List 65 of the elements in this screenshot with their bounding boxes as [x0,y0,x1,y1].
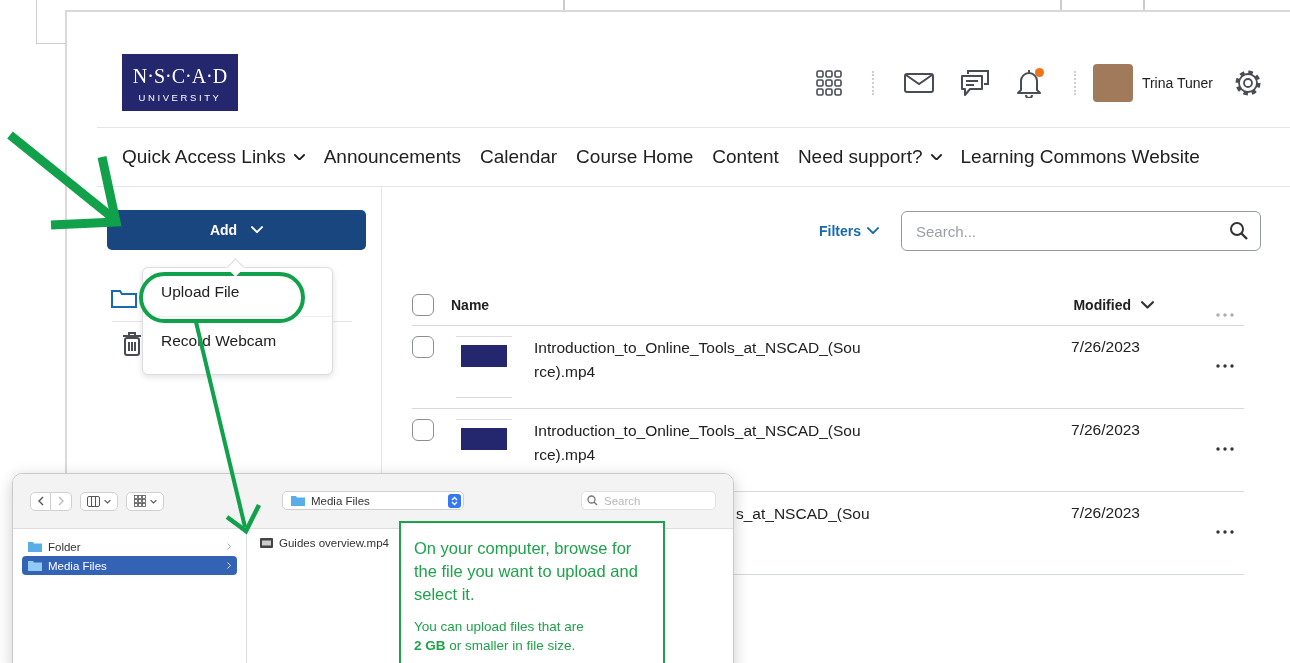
video-thumbnail [456,336,512,398]
nav-link[interactable]: Content [712,146,779,168]
checkbox[interactable] [412,336,434,358]
user-name[interactable]: Trina Tuner [1141,74,1213,91]
grid-icon [133,495,146,507]
chevron-down-icon [149,498,157,504]
stepper-icon [448,493,461,508]
nav-link[interactable]: Announcements [323,146,461,168]
chevron-down-icon [293,153,305,161]
modified-date: 7/26/2023 [1071,504,1140,522]
file-name[interactable]: rce).mp4 [534,443,861,467]
video-file-icon [260,538,273,548]
chat-icon[interactable] [959,68,990,97]
folder-icon [28,560,42,571]
folder-icon [291,495,305,506]
modified-date: 7/26/2023 [1071,421,1140,439]
folder-icon[interactable] [111,288,137,308]
nav-link[interactable]: Quick Access Links [122,146,305,168]
modified-date: 7/26/2023 [1071,338,1140,356]
chevron-down-icon [104,498,111,504]
search-icon [587,495,598,506]
column-header[interactable]: Name [451,297,490,313]
app-grid-icon[interactable] [815,69,842,96]
more-options-icon[interactable] [1216,447,1234,451]
checkbox[interactable] [412,419,434,441]
location-dropdown[interactable]: Media Files [282,491,464,510]
sort-chevron-icon [1141,301,1154,309]
filters-link[interactable]: Filters [819,223,879,239]
callout-note: You can upload files that are 2 GB or smaller in file size. [414,618,585,655]
nav-link[interactable]: Need support? [797,146,942,168]
chevron-down-icon [251,226,264,234]
nav-link[interactable]: Calendar [480,146,558,168]
nav-link[interactable]: Course Home [576,146,694,168]
columns-icon [87,495,100,507]
sidebar-item[interactable]: Folder [22,537,237,556]
avatar-placeholder[interactable] [1092,63,1133,102]
chevron-left-icon [37,496,44,506]
file-name[interactable]: s_at_NSCAD_(Sou [736,502,870,526]
file-name[interactable]: rce).mp4 [534,360,861,384]
notification-bell-icon[interactable] [1015,67,1044,98]
chevron-down-icon [930,153,942,161]
more-options-icon[interactable] [1216,530,1234,534]
chevron-right-icon [227,543,231,550]
nav-link[interactable]: Learning Commons Website [960,146,1200,168]
checkbox[interactable] [412,294,434,316]
folder-icon [28,541,42,552]
file-item[interactable]: Guides overview.mp4 [260,537,389,549]
file-name[interactable]: Introduction_to_Online_Tools_at_NSCAD_(Sou [534,419,861,443]
callout-heading: On your computer, browse for the file you want to upload and select it. [414,538,639,605]
chevron-right-icon [58,496,64,506]
menu-item[interactable]: Upload File [143,268,332,316]
trash-icon[interactable] [122,332,142,356]
more-options-icon[interactable] [1216,364,1234,368]
column-header[interactable]: Modified [1073,297,1131,313]
add-button[interactable]: Add [107,210,366,250]
icon-view-button[interactable] [126,491,164,511]
chevron-down-icon [867,227,879,235]
chevron-right-icon [227,562,231,569]
sidebar-item[interactable]: Media Files [22,556,237,575]
search-field[interactable]: Search... [901,211,1261,251]
search-icon[interactable] [1229,221,1249,241]
mail-icon[interactable] [903,72,934,93]
column-view-button[interactable] [80,491,118,511]
university-logo[interactable]: N·S·C·A·D UNIVERSITY [122,54,238,111]
file-name[interactable]: Introduction_to_Online_Tools_at_NSCAD_(Sou [534,336,861,360]
